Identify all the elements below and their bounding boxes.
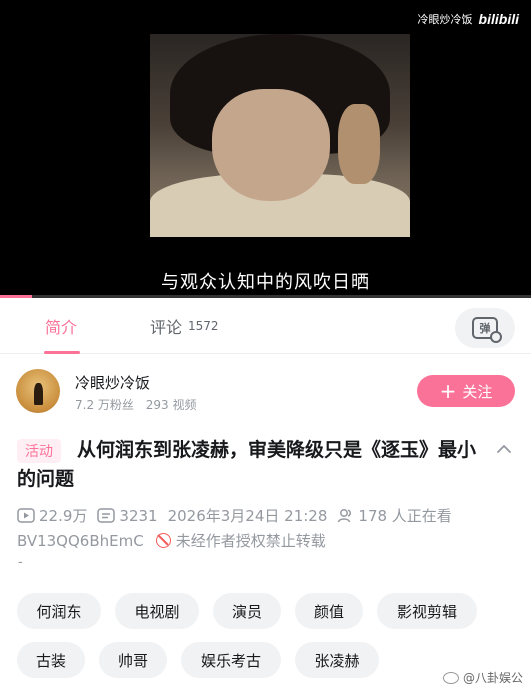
uploader-videos: 293 视频 [145,398,197,412]
no-repost-icon [155,533,171,548]
weibo-handle: @八卦娱公 [462,671,523,685]
follow-label: 关注 [462,382,493,401]
video-frame [150,34,410,237]
avatar-figure [34,383,43,405]
danmaku-glyph: 弹 [479,322,491,335]
tag-chip[interactable]: 演员 [213,593,281,629]
views-count: 22.9万 [39,507,88,525]
tab-intro[interactable]: 简介 [44,298,80,354]
danmaku-stat: 3231 [97,506,158,525]
danmaku-off-badge [490,331,502,343]
tab-intro-label: 简介 [45,318,78,337]
follow-button[interactable]: + 关注 [417,375,515,407]
play-count-icon [17,508,35,523]
video-subtitle: 与观众认知中的风吹日晒 [161,272,370,293]
copyright-notice: 未经作者授权禁止转载 [175,532,326,550]
tag-chip[interactable]: 何润东 [17,593,101,629]
views-stat: 22.9万 [17,505,87,526]
plus-icon: + [439,379,457,403]
video-player[interactable]: 冷眼炒冷饭 bilibili 与观众认知中的风吹日晒 [0,0,531,298]
weibo-watermark: @八卦娱公 [442,669,523,686]
video-figure-hand [338,104,380,184]
bilibili-logo: bilibili [478,11,519,27]
danmaku-count: 3231 [119,506,158,525]
video-description: - [18,555,23,570]
video-title: 从何润东到张凌赫，审美降级只是《逐玉》最小的问题 [17,439,477,490]
watermark-channel: 冷眼炒冷饭 [417,13,473,26]
tab-comments[interactable]: 评论 1572 [150,298,219,354]
uploader-avatar[interactable] [16,369,60,413]
video-watermark: 冷眼炒冷饭 bilibili [418,11,519,27]
chevron-up-icon[interactable] [495,440,513,458]
danmaku-toggle-button[interactable]: 弹 [455,308,515,348]
tag-chip[interactable]: 帅哥 [99,642,167,678]
uploader-stats: 7.2 万粉丝 293 视频 [75,396,196,413]
tag-chip[interactable]: 颜值 [295,593,363,629]
tag-chip[interactable]: 电视剧 [115,593,199,629]
bvid-row: BV13QQ6BhEmC 未经作者授权禁止转载 [17,530,326,551]
tag-chip[interactable]: 古装 [17,642,85,678]
bvid[interactable]: BV13QQ6BhEmC [17,532,144,550]
tab-active-indicator [44,351,80,354]
watching-stat: 178 人正在看 [337,505,452,526]
publish-datetime: 2026年3月24日 21:28 [167,507,328,525]
activity-badge[interactable]: 活动 [17,439,61,463]
tag-chip[interactable]: 张凌赫 [295,642,379,678]
uploader-fans: 7.2 万粉丝 [75,398,134,412]
danmaku-icon: 弹 [472,317,502,343]
video-figure-face [212,89,330,201]
weibo-eye-icon [442,671,459,684]
danmaku-count-icon [97,508,116,523]
content-tabs: 简介 评论 1572 [0,298,531,354]
comments-count: 1572 [188,319,219,333]
people-icon [338,509,352,523]
video-meta: 22.9万 3231 2026年3月24日 21:28 178 人正在看 [17,505,517,526]
watching-count: 178 人正在看 [358,507,452,525]
tag-chip[interactable]: 影视剪辑 [377,593,477,629]
tag-chip[interactable]: 娱乐考古 [181,642,281,678]
uploader-name[interactable]: 冷眼炒冷饭 [75,372,150,393]
tab-comments-label: 评论 [150,318,183,337]
